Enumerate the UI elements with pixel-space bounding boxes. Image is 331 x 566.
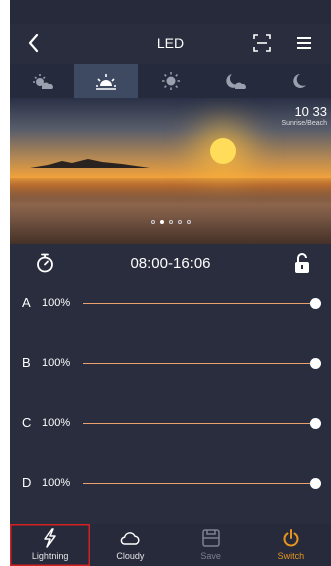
power-icon xyxy=(283,529,299,547)
mode-tab-sunrise[interactable] xyxy=(74,64,139,98)
page-dot[interactable] xyxy=(159,220,164,224)
page-dot[interactable] xyxy=(168,220,173,224)
beach xyxy=(10,178,331,244)
channel-slider-fill xyxy=(83,423,316,424)
moon-cloud-icon xyxy=(226,74,246,89)
channel-slider-handle[interactable] xyxy=(310,358,321,369)
page-dot[interactable] xyxy=(186,220,191,224)
tab-label: Cloudy xyxy=(116,551,145,561)
channel-slider-track[interactable] xyxy=(83,423,316,424)
tab-save[interactable]: Save xyxy=(171,524,251,566)
page-dot[interactable] xyxy=(150,220,155,224)
sunrise-cloudy-icon xyxy=(33,74,53,89)
channel-slider-handle[interactable] xyxy=(310,298,321,309)
channel-slider-track[interactable] xyxy=(83,363,316,364)
channel-percent: 100% xyxy=(42,357,71,369)
page-indicator xyxy=(10,220,331,224)
mode-tab-dusk[interactable] xyxy=(203,64,267,98)
tab-label: Switch xyxy=(277,551,305,561)
scan-icon[interactable] xyxy=(252,33,272,53)
channel-letter: D xyxy=(22,475,32,490)
bottom-toolbar: Lightning Cloudy Save Switch xyxy=(10,524,331,566)
island-silhouette xyxy=(30,159,150,168)
channel-row: C 100% xyxy=(10,412,331,436)
channel-row: A 100% xyxy=(10,292,331,316)
tab-cloudy[interactable]: Cloudy xyxy=(90,524,170,566)
channel-slider-track[interactable] xyxy=(83,483,316,484)
mode-tabs xyxy=(10,64,331,98)
scene-time: 10 33 xyxy=(294,104,327,119)
channel-percent: 100% xyxy=(42,297,71,309)
channel-slider-fill xyxy=(83,303,316,304)
channel-percent: 100% xyxy=(42,417,71,429)
schedule-time-range[interactable]: 08:00-16:06 xyxy=(10,255,331,272)
channel-row: B 100% xyxy=(10,352,331,376)
tab-lightning[interactable]: Lightning xyxy=(10,524,90,566)
sunrise-icon xyxy=(96,74,117,90)
channel-slider-handle[interactable] xyxy=(310,478,321,489)
tab-label: Save xyxy=(200,551,221,561)
led-control-screen: LED 10 33 Sunrise/Beach 08:00-16:06 A 10… xyxy=(10,0,331,566)
scene-subtitle: Sunrise/Beach xyxy=(281,120,327,127)
mode-tab-sun[interactable] xyxy=(138,64,202,98)
moon-icon xyxy=(293,74,306,88)
unlock-icon[interactable] xyxy=(292,252,312,274)
top-bar: LED xyxy=(10,24,331,64)
channel-letter: A xyxy=(22,295,31,310)
channel-percent: 100% xyxy=(42,477,71,489)
channel-slider-fill xyxy=(83,363,316,364)
save-icon xyxy=(201,529,220,547)
channel-slider-track[interactable] xyxy=(83,303,316,304)
schedule-row: 08:00-16:06 xyxy=(10,244,331,282)
channel-slider-fill xyxy=(83,483,316,484)
sun-icon xyxy=(161,72,180,90)
scene-preview[interactable]: 10 33 Sunrise/Beach xyxy=(10,98,331,244)
sun-glow xyxy=(210,138,236,164)
channel-letter: B xyxy=(22,355,31,370)
cloud-icon xyxy=(121,532,140,545)
channel-row: D 100% xyxy=(10,472,331,496)
channel-letter: C xyxy=(22,415,32,430)
menu-icon[interactable] xyxy=(294,33,314,53)
mode-tab-night[interactable] xyxy=(267,64,331,98)
status-bar xyxy=(10,0,331,24)
page-dot[interactable] xyxy=(177,220,182,224)
mode-tab-sunrise-cloudy[interactable] xyxy=(10,64,74,98)
channel-slider-handle[interactable] xyxy=(310,418,321,429)
tab-label: Lightning xyxy=(31,551,69,561)
tab-switch[interactable]: Switch xyxy=(251,524,331,566)
page-title: LED xyxy=(156,35,185,51)
lightning-icon xyxy=(44,528,56,548)
